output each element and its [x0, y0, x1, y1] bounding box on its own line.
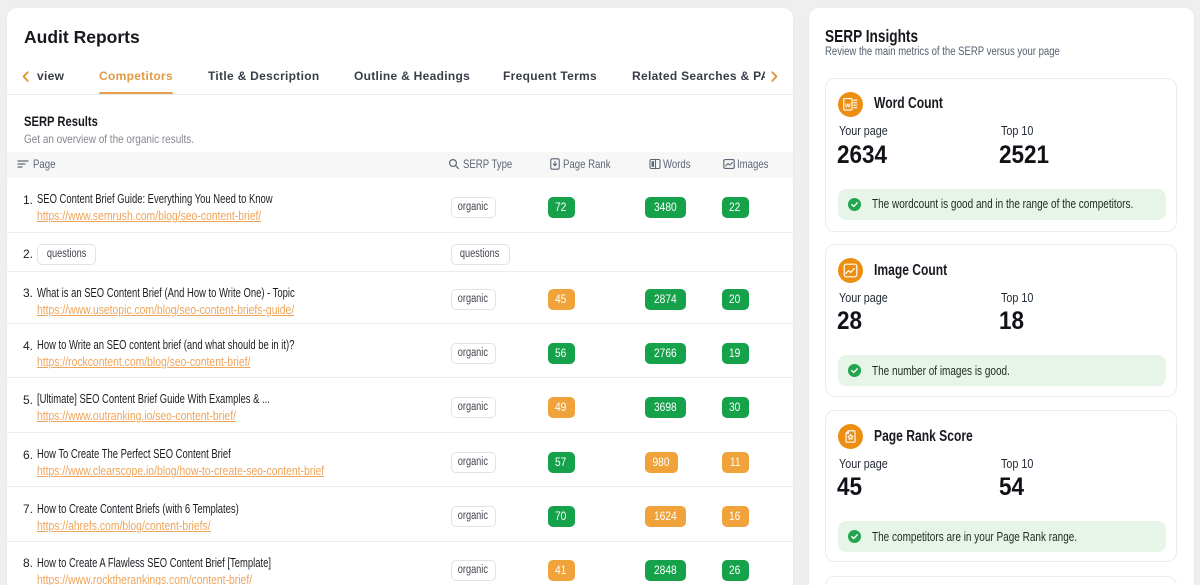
svg-text:w: w — [844, 102, 851, 109]
